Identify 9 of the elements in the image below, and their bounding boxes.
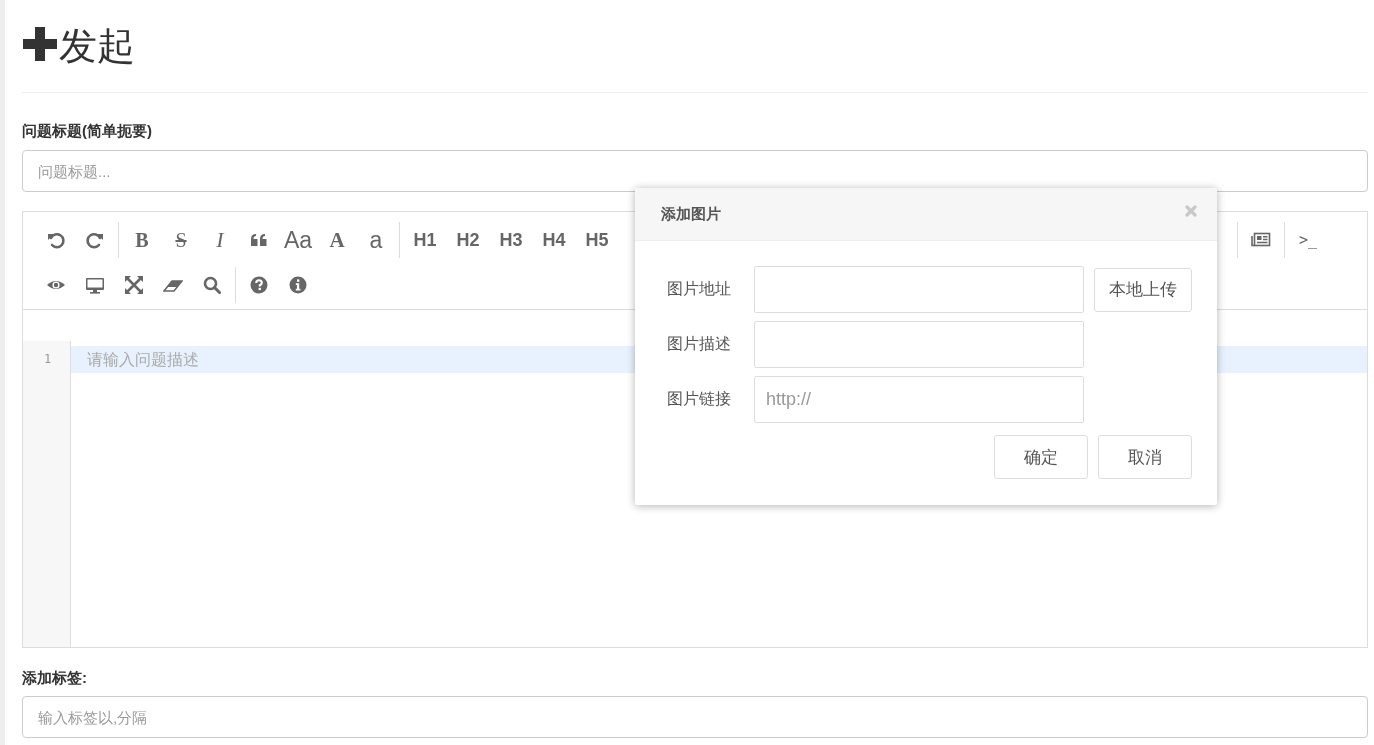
editor-placeholder: 请输入问题描述 [87, 351, 199, 368]
dialog-title: 添加图片 [661, 204, 721, 224]
field-label: 添加标签: [22, 669, 88, 688]
field-label: 图片地址 [667, 279, 732, 299]
line-number: 1 [42, 351, 53, 368]
field-label: 图片链接 [667, 389, 732, 409]
page-title: 发起 [59, 23, 135, 69]
field-label: 问题标题(简单扼要) [22, 122, 153, 141]
field-label: 图片描述 [667, 334, 732, 354]
